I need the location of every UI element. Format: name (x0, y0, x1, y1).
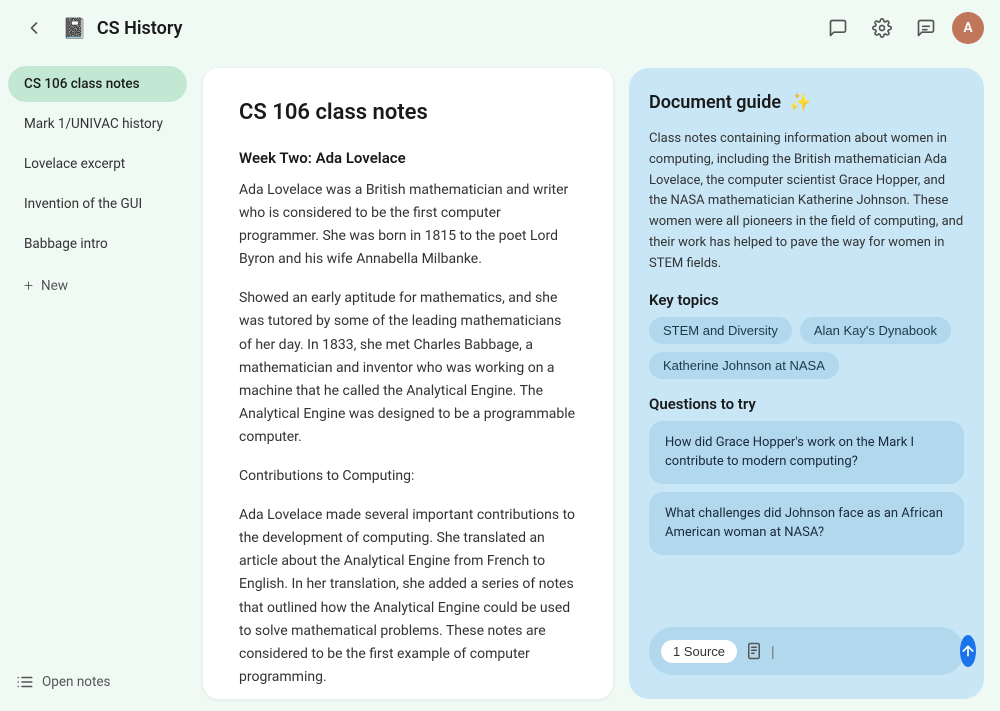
send-icon (960, 643, 976, 659)
new-label: New (41, 278, 68, 294)
new-note-button[interactable]: + New (8, 266, 187, 305)
guide-header: Document guide ✨ (649, 92, 964, 113)
topics-row: STEM and Diversity Alan Kay's Dynabook K… (649, 317, 964, 379)
back-button[interactable] (16, 10, 52, 46)
guide-panel: Document guide ✨ Class notes containing … (629, 68, 984, 699)
sidebar-item-babbage[interactable]: Babbage intro (8, 226, 187, 262)
paragraph-1: Ada Lovelace was a British mathematician… (239, 179, 577, 271)
sparkle-icon: ✨ (789, 92, 811, 113)
guide-title: Document guide (649, 92, 781, 113)
content-area: CS 106 class notes Week Two: Ada Lovelac… (195, 56, 1000, 711)
topic-chip-katherine[interactable]: Katherine Johnson at NASA (649, 352, 839, 379)
send-button[interactable] (960, 635, 976, 667)
sidebar: CS 106 class notes Mark 1/UNIVAC history… (0, 56, 195, 711)
sidebar-item-mark1[interactable]: Mark 1/UNIVAC history (8, 106, 187, 142)
document-title: CS 106 class notes (239, 100, 577, 125)
section-title: Week Two: Ada Lovelace (239, 149, 577, 167)
share-button[interactable] (908, 10, 944, 46)
main-layout: CS 106 class notes Mark 1/UNIVAC history… (0, 56, 1000, 711)
sidebar-item-gui[interactable]: Invention of the GUI (8, 186, 187, 222)
header-left: 📓 CS History (16, 10, 820, 46)
chat-button[interactable] (820, 10, 856, 46)
paragraph-2: Showed an early aptitude for mathematics… (239, 287, 577, 449)
guide-input-row: 1 Source (649, 627, 964, 675)
settings-button[interactable] (864, 10, 900, 46)
plus-icon: + (24, 276, 33, 295)
guide-description: Class notes containing information about… (649, 129, 964, 275)
questions-section: Questions to try How did Grace Hopper's … (649, 395, 964, 563)
contributions-heading: Contributions to Computing: (239, 465, 577, 488)
questions-label: Questions to try (649, 395, 964, 413)
clip-button[interactable] (745, 642, 763, 660)
open-notes-button[interactable]: Open notes (0, 661, 195, 703)
sidebar-item-lovelace[interactable]: Lovelace excerpt (8, 146, 187, 182)
avatar[interactable]: A (952, 12, 984, 44)
header-actions: A (820, 10, 984, 46)
source-chip[interactable]: 1 Source (661, 640, 737, 663)
app-header: 📓 CS History A (0, 0, 1000, 56)
document-panel: CS 106 class notes Week Two: Ada Lovelac… (203, 68, 613, 699)
open-notes-label: Open notes (42, 674, 111, 690)
question-card-1[interactable]: How did Grace Hopper's work on the Mark … (649, 421, 964, 484)
guide-input-field[interactable] (771, 643, 952, 659)
paragraph-3: Ada Lovelace made several important cont… (239, 504, 577, 689)
sidebar-item-cs106[interactable]: CS 106 class notes (8, 66, 187, 102)
key-topics-label: Key topics (649, 291, 964, 309)
topic-chip-alan[interactable]: Alan Kay's Dynabook (800, 317, 951, 344)
notebook-icon: 📓 (62, 16, 87, 40)
open-notes-icon (16, 673, 34, 691)
question-card-2[interactable]: What challenges did Johnson face as an A… (649, 492, 964, 555)
topic-chip-stem[interactable]: STEM and Diversity (649, 317, 792, 344)
clip-icon (745, 642, 763, 660)
app-title: CS History (97, 18, 183, 39)
key-topics-section: Key topics STEM and Diversity Alan Kay's… (649, 291, 964, 379)
